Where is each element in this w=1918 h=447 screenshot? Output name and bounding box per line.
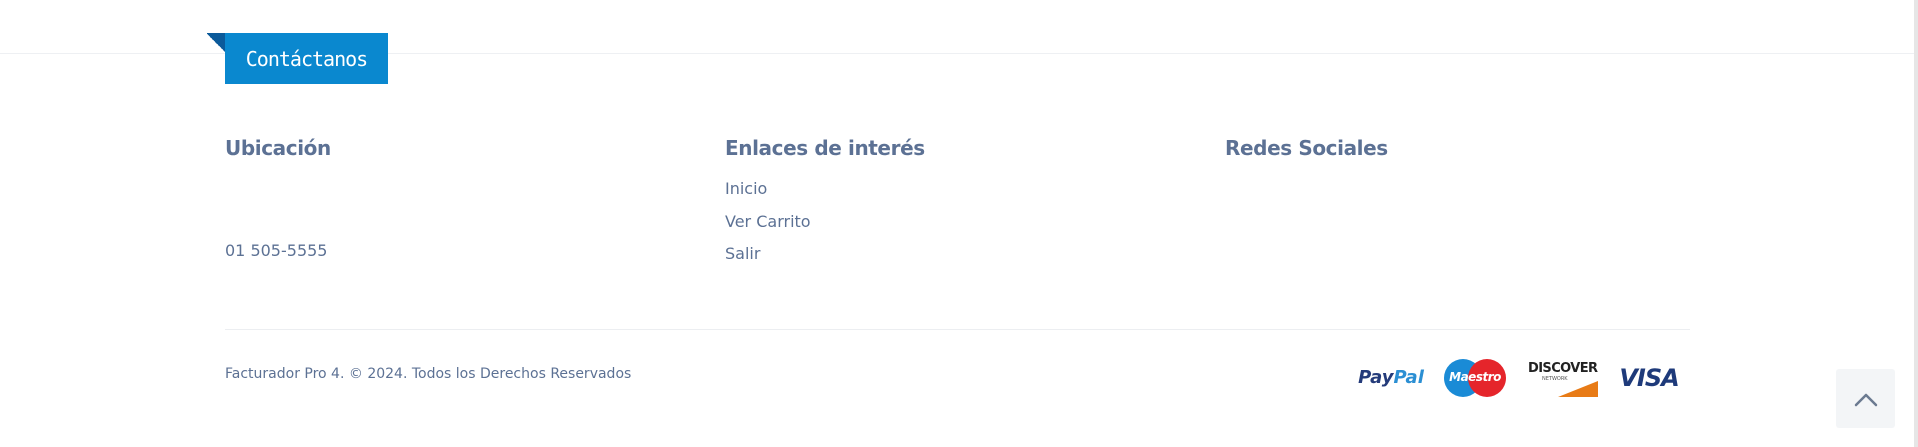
location-phone: 01 505-5555 [225,241,328,260]
discover-logo: DISCOVER NETWORK [1528,359,1598,397]
scroll-top-button[interactable] [1836,369,1895,428]
links-column: Enlaces de interés [725,136,925,160]
scrollbar-track[interactable] [1914,0,1918,447]
link-inicio[interactable]: Inicio [725,179,767,198]
location-column: Ubicación [225,136,331,160]
paypal-logo-text-a: Pay [1358,367,1394,388]
maestro-logo-text: Maestro [1449,369,1501,384]
contact-tab-label: Contáctanos [245,46,368,71]
visa-logo: VISA [1619,363,1679,392]
social-column: Redes Sociales [1225,136,1388,160]
payment-methods: Pay Pal Maestro DISCOVER NETWORK VISA [1358,355,1680,400]
chevron-up-icon [1854,393,1877,406]
footer-divider [225,329,1690,330]
location-title: Ubicación [225,136,331,160]
discover-logo-text: DISCOVER [1528,360,1598,376]
link-salir[interactable]: Salir [725,244,760,263]
contact-tab[interactable]: Contáctanos [225,33,388,84]
paypal-logo: Pay Pal [1358,367,1424,388]
social-title: Redes Sociales [1225,136,1388,160]
link-ver-carrito[interactable]: Ver Carrito [725,212,811,231]
maestro-logo: Maestro [1442,358,1508,397]
copyright-text: Facturador Pro 4. © 2024. Todos los Dere… [225,366,632,382]
paypal-logo-text-b: Pal [1393,367,1424,388]
contact-tab-fold [207,33,225,53]
links-title: Enlaces de interés [725,136,925,160]
